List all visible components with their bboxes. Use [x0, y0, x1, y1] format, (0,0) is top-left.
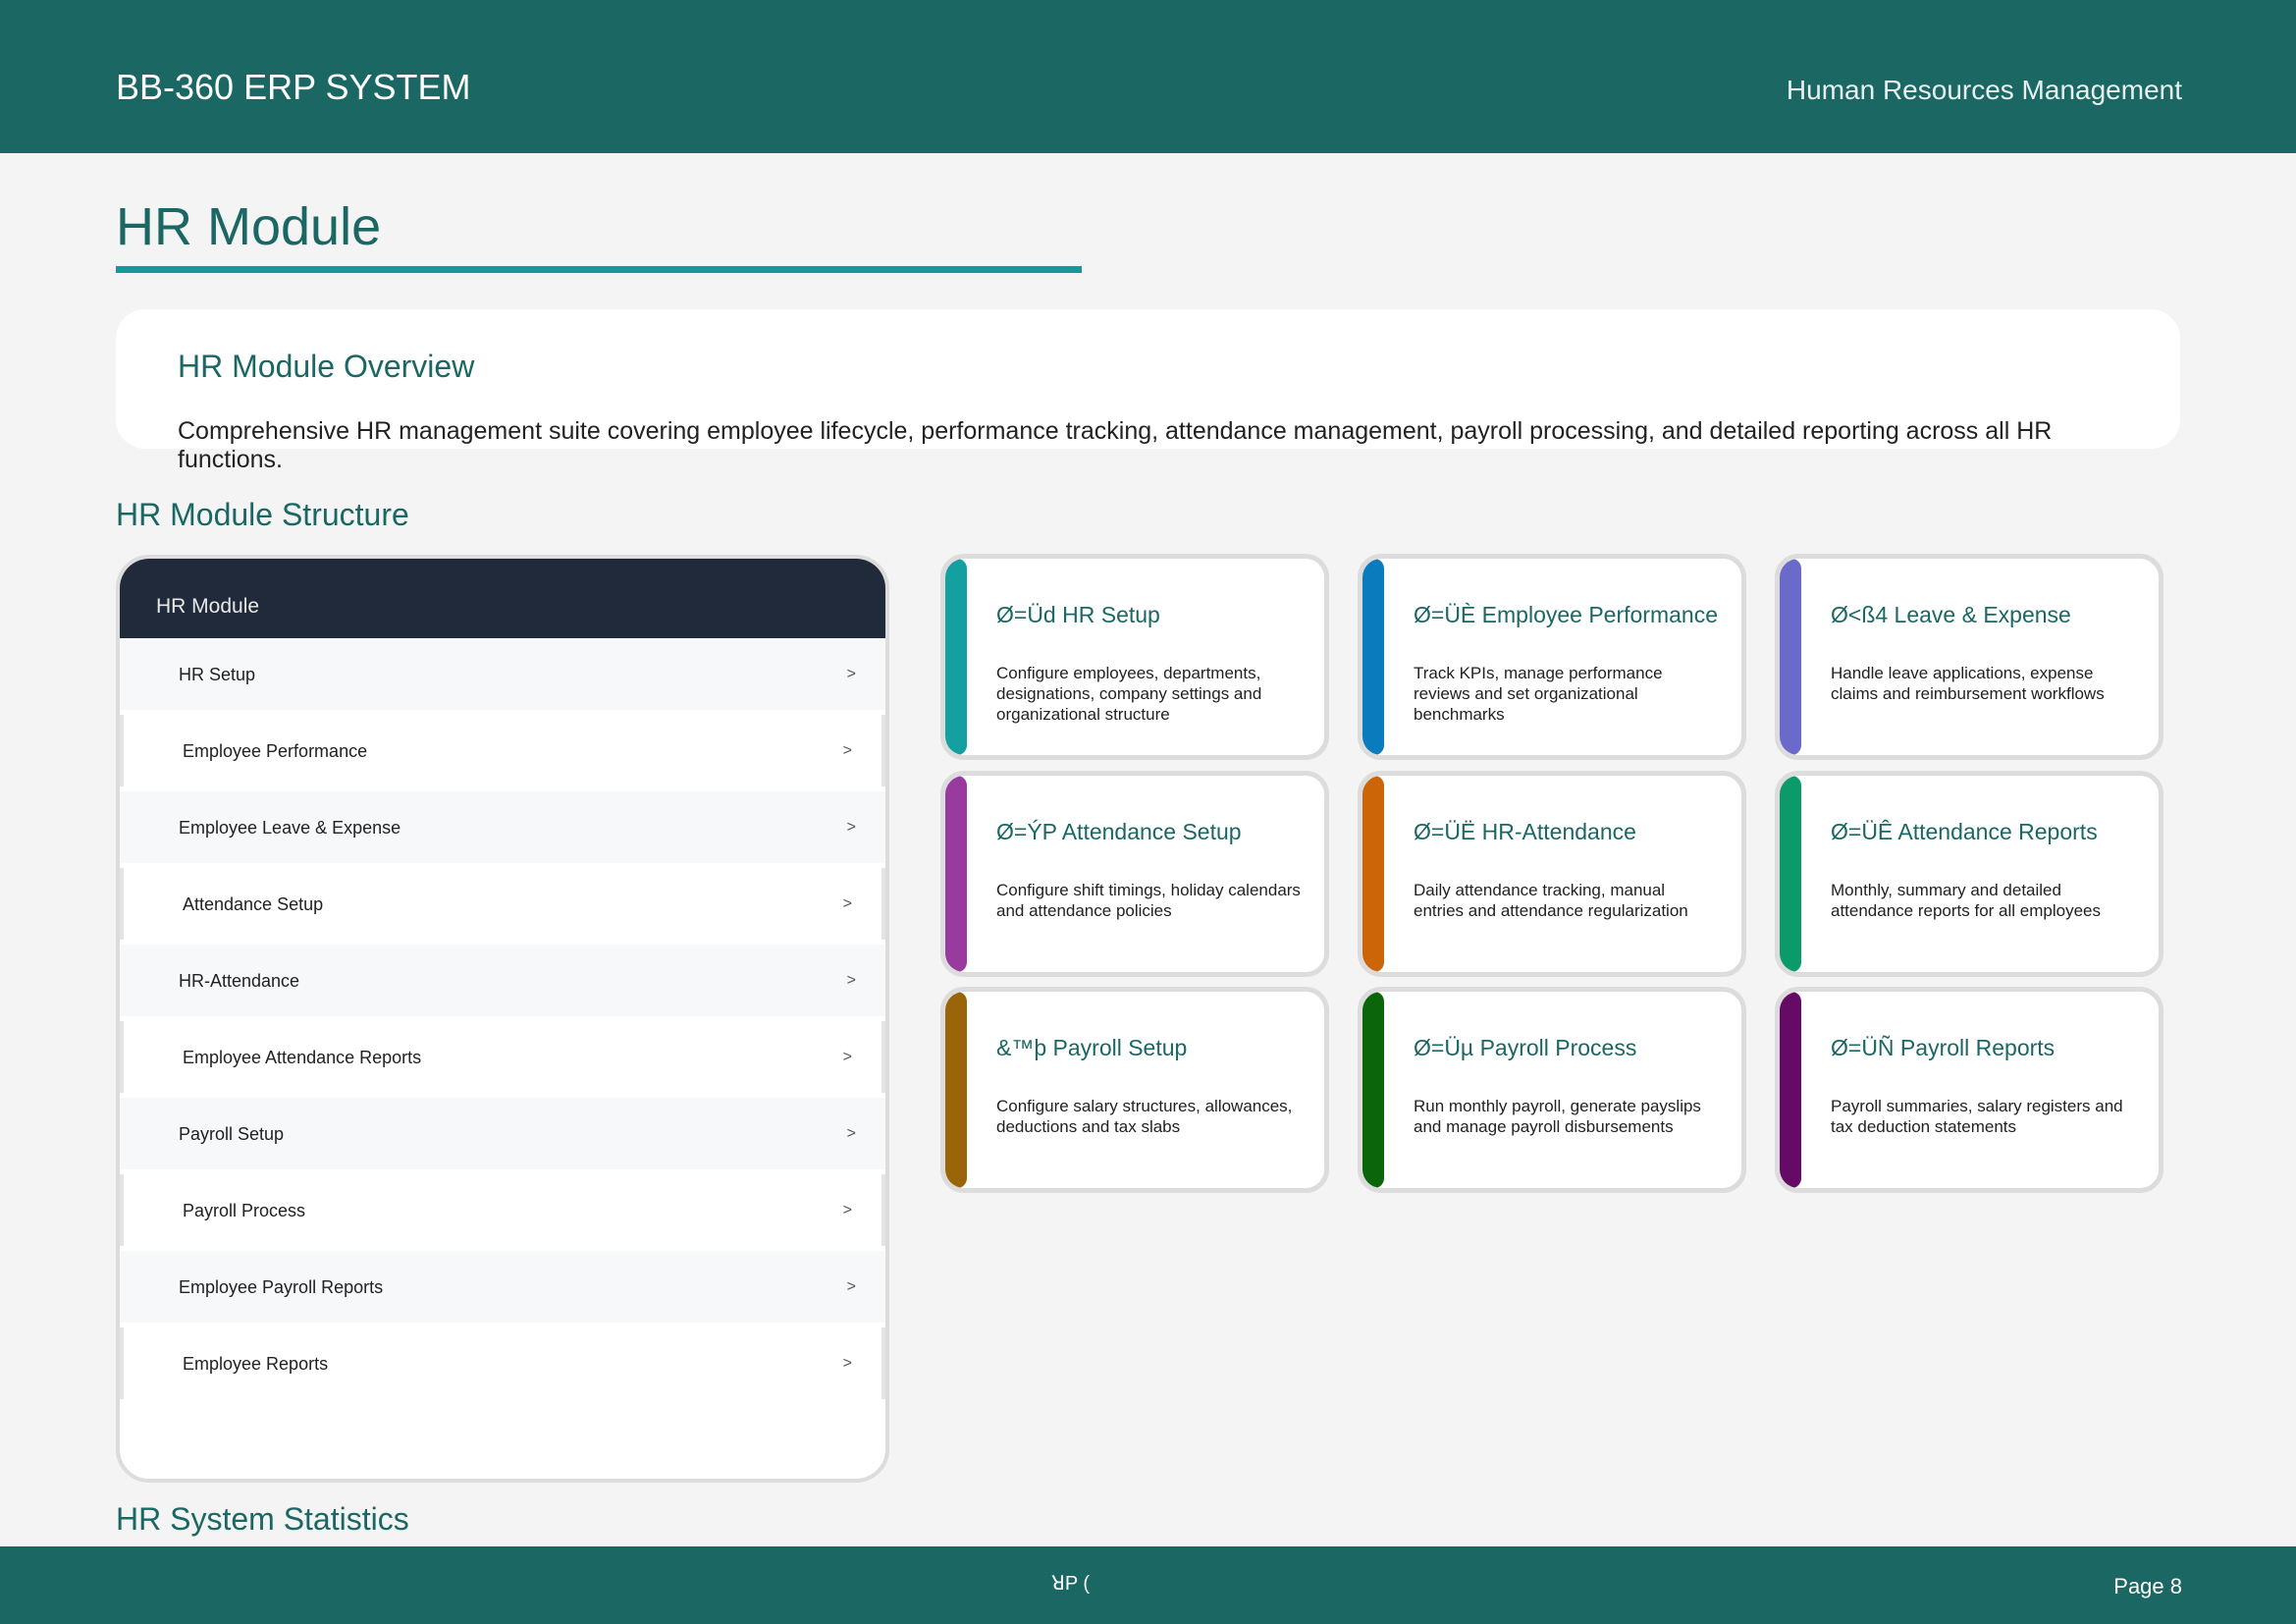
chevron-right-icon: >	[842, 895, 852, 912]
nav-panel-title: HR Module	[120, 559, 885, 638]
nav-item-hr-attendance[interactable]: HR-Attendance >	[120, 945, 885, 1016]
card-description: Payroll summaries, salary registers and …	[1831, 1097, 2123, 1136]
feature-card[interactable]: Ø=ÜÑ Payroll Reports Payroll summaries, s…	[1775, 987, 2163, 1193]
overview-text: Comprehensive HR management suite coveri…	[178, 417, 2053, 473]
chevron-right-icon: >	[846, 666, 856, 682]
nav-item-label: Employee Leave & Expense	[179, 818, 401, 838]
card-title: Ø=ÜÊ Attendance Reports	[1831, 819, 2098, 844]
card-description: Run monthly payroll, generate payslips a…	[1414, 1097, 1701, 1136]
nav-item-label: Payroll Setup	[179, 1124, 285, 1144]
structure-section-title: HR Module Structure	[116, 497, 409, 532]
feature-card[interactable]: Ø=ÜÈ Employee Performance Track KPIs, man…	[1358, 554, 1746, 760]
card-title: Ø=Üd HR Setup	[996, 602, 1160, 627]
chevron-right-icon: >	[846, 1125, 856, 1142]
card-description: Configure shift timings, holiday calenda…	[996, 881, 1301, 920]
nav-item-label: Employee Payroll Reports	[179, 1277, 384, 1297]
card-accent-bar	[1780, 992, 1801, 1188]
card-accent-bar	[1362, 992, 1384, 1188]
nav-item-label: Attendance Setup	[183, 894, 324, 914]
card-description: Daily attendance tracking, manual entrie…	[1414, 881, 1688, 920]
card-title: Ø<ß4 Leave & Expense	[1831, 602, 2071, 627]
page-number: Page 8	[2113, 1574, 2182, 1598]
card-title: Ø=ÝP Attendance Setup	[996, 819, 1242, 844]
card-title: Ø=ÜË HR-Attendance	[1414, 819, 1636, 844]
card-description: Configure salary structures, allowances,…	[996, 1097, 1293, 1136]
card-accent-bar	[1780, 559, 1801, 755]
nav-item-label: Employee Performance	[183, 741, 368, 761]
nav-item-employee-attendance-reports[interactable]: Employee Attendance Reports >	[120, 1021, 885, 1093]
chevron-right-icon: >	[846, 1278, 856, 1295]
feature-card[interactable]: &™þ Payroll Setup Configure salary struct…	[940, 987, 1329, 1193]
statistics-section-title: HR System Statistics	[116, 1501, 409, 1537]
nav-item-hr-setup[interactable]: HR Setup >	[120, 638, 885, 710]
card-accent-bar	[945, 992, 967, 1188]
module-nav-panel: HR Module HR Setup > Employee Performance >…	[116, 555, 889, 1483]
nav-item-payroll-setup[interactable]: Payroll Setup >	[120, 1098, 885, 1169]
nav-item-label: HR Setup	[179, 665, 256, 684]
feature-card[interactable]: Ø=Üd HR Setup Configure employees, depart…	[940, 554, 1329, 760]
nav-item-payroll-process[interactable]: Payroll Process >	[120, 1174, 885, 1246]
app-title: BB-360 ERP SYSTEM	[116, 67, 471, 107]
card-title: &™þ Payroll Setup	[996, 1035, 1188, 1060]
card-description: Configure employees, departments, design…	[996, 664, 1262, 724]
nav-item-label: Payroll Process	[183, 1201, 306, 1220]
card-accent-bar	[945, 776, 967, 972]
card-accent-bar	[1362, 559, 1384, 755]
overview-title: HR Module Overview	[178, 349, 475, 384]
card-title: Ø=Üµ Payroll Process	[1414, 1035, 1637, 1060]
chevron-right-icon: >	[846, 972, 856, 989]
nav-item-employee-reports[interactable]: Employee Reports >	[120, 1327, 885, 1399]
chevron-right-icon: >	[842, 1049, 852, 1065]
nav-item-employee-payroll-reports[interactable]: Employee Payroll Reports >	[120, 1251, 885, 1323]
feature-card[interactable]: Ø=ÜÊ Attendance Reports Monthly, summary …	[1775, 771, 2163, 977]
card-title: Ø=ÜÈ Employee Performance	[1414, 602, 1718, 627]
nav-item-employee-leave-expense[interactable]: Employee Leave & Expense >	[120, 791, 885, 863]
feature-card[interactable]: Ø=ÝP Attendance Setup Configure shift tim…	[940, 771, 1329, 977]
chevron-right-icon: >	[842, 1202, 852, 1218]
nav-item-label: Employee Reports	[183, 1354, 329, 1374]
chevron-right-icon: >	[842, 742, 852, 759]
card-accent-bar	[1780, 776, 1801, 972]
title-underline	[116, 266, 1082, 273]
app-subtitle: Human Resources Management	[1786, 75, 2182, 105]
card-accent-bar	[1362, 776, 1384, 972]
overview-panel: HR Module Overview Comprehensive HR mana…	[116, 309, 2180, 473]
nav-list: HR Setup > Employee Performance > Employee L…	[120, 638, 885, 1399]
nav-item-label: Employee Attendance Reports	[183, 1048, 422, 1067]
card-accent-bar	[945, 559, 967, 755]
card-title: Ø=ÜÑ Payroll Reports	[1831, 1035, 2056, 1060]
feature-card[interactable]: Ø=ÜË HR-Attendance Daily attendance track…	[1358, 771, 1746, 977]
card-description: Track KPIs, manage performance reviews a…	[1414, 664, 1663, 724]
nav-item-label: HR-Attendance	[179, 971, 300, 991]
page-footer: ꓤP ( Page 8	[0, 1546, 2296, 1624]
footer-center-text: ꓤP (	[1051, 1573, 1091, 1595]
nav-item-employee-performance[interactable]: Employee Performance >	[120, 715, 885, 786]
nav-item-attendance-setup[interactable]: Attendance Setup >	[120, 868, 885, 940]
feature-card[interactable]: Ø<ß4 Leave & Expense Handle leave applica…	[1775, 554, 2163, 760]
chevron-right-icon: >	[846, 819, 856, 836]
page-title: HR Module	[116, 197, 382, 256]
feature-card[interactable]: Ø=Üµ Payroll Process Run monthly payroll,…	[1358, 987, 1746, 1193]
page-header: BB-360 ERP SYSTEM Human Resources Manage…	[0, 0, 2296, 153]
card-description: Monthly, summary and detailed attendance…	[1831, 881, 2101, 920]
card-description: Handle leave applications, expense claim…	[1831, 664, 2105, 703]
chevron-right-icon: >	[842, 1355, 852, 1372]
